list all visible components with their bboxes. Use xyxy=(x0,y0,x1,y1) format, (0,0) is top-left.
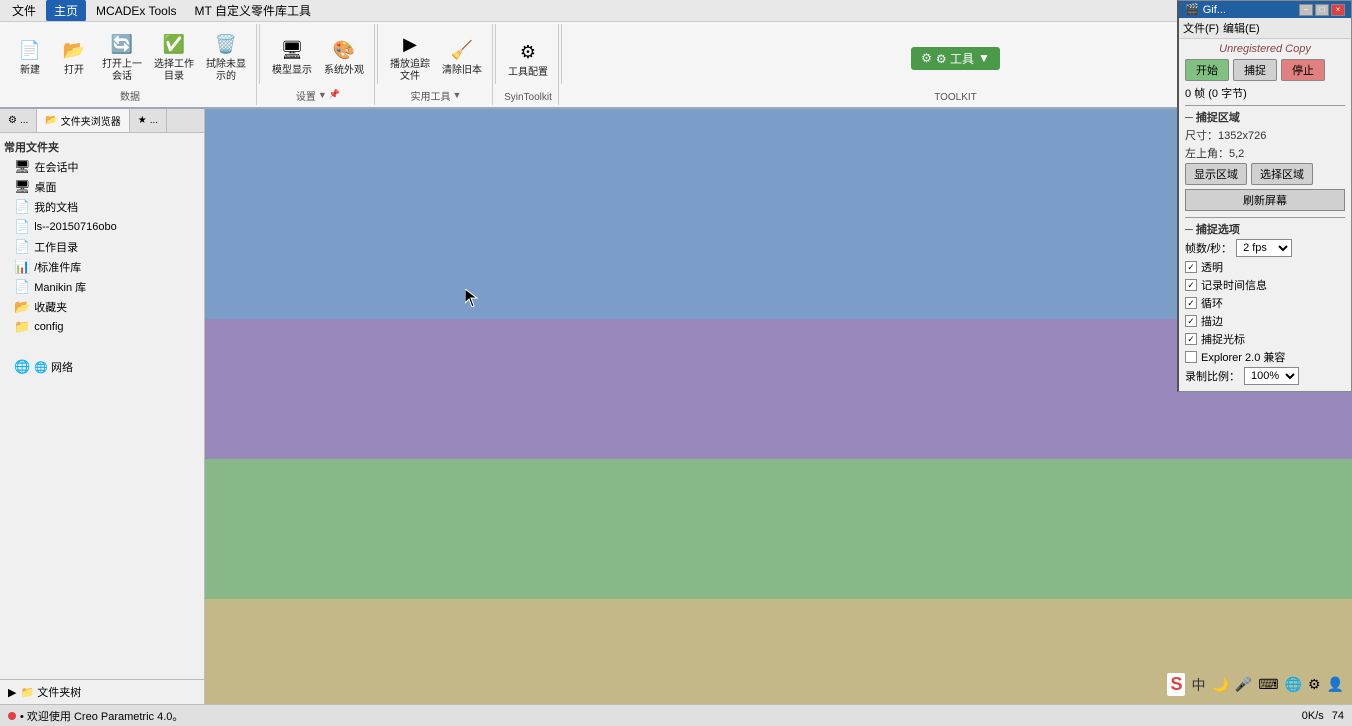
tool-config-button[interactable]: ⚙ 工具配置 xyxy=(504,34,552,82)
gif-file-menu[interactable]: 文件(F) xyxy=(1183,20,1219,36)
gif-maximize-button[interactable]: □ xyxy=(1315,4,1329,16)
taskbar-number: 74 xyxy=(1332,710,1344,722)
desktop-icon: 🖥 xyxy=(14,179,31,195)
panel-tab-icons[interactable]: ⚙ ... xyxy=(0,109,37,132)
tree-item-desktop[interactable]: 🖥 桌面 xyxy=(0,177,204,197)
settings-group-title: 设置 xyxy=(296,86,316,103)
gif-capture-button[interactable]: 捕捉 xyxy=(1233,59,1277,81)
ime-icon[interactable]: 中 xyxy=(1191,675,1205,695)
gif-stop-button[interactable]: 停止 xyxy=(1281,59,1325,81)
open-button[interactable]: 📂 打开 xyxy=(54,32,94,80)
network-speed: 0K/s xyxy=(1302,710,1324,722)
gif-frames-info: 0 帧 (0 字节) xyxy=(1185,85,1247,101)
gif-border-checkbox[interactable] xyxy=(1185,315,1197,327)
gif-close-button[interactable]: × xyxy=(1331,4,1345,16)
sougou-icon[interactable]: S xyxy=(1167,673,1185,696)
gif-start-button[interactable]: 开始 xyxy=(1185,59,1229,81)
gif-loop-label: 循环 xyxy=(1201,295,1223,311)
tree-item-session[interactable]: 🖥 在会话中 xyxy=(0,157,204,177)
gif-display-region-button[interactable]: 显示区域 xyxy=(1185,163,1247,185)
settings2-icon[interactable]: ⚙ xyxy=(1308,676,1321,693)
model-display-button[interactable]: 🖥 模型显示 xyxy=(268,32,316,80)
utilities-group-title: 实用工具 xyxy=(411,86,451,103)
keyboard-icon[interactable]: ⌨ xyxy=(1258,676,1278,693)
canvas-tan: S 中 🌙 🎤 ⌨ 🌐 ⚙ 👤 xyxy=(205,599,1352,704)
manikin-icon: 📄 xyxy=(14,279,30,295)
gif-capture-region-section: ─ 捕捉区域 xyxy=(1185,105,1345,125)
data-group-title: 数据 xyxy=(120,86,140,103)
erase-notdisplayed-button[interactable]: 🗑️ 拭除未显示的 xyxy=(202,26,250,86)
status-dot xyxy=(8,712,16,720)
toolkit-group-title: TOOLKIT xyxy=(934,90,977,103)
tree-item-workdir[interactable]: 📄 工作目录 xyxy=(0,237,204,257)
tree-item-ls[interactable]: 📄 ls--20150716obo xyxy=(0,217,204,237)
tools-dropdown-button[interactable]: ⚙ ⚙ 工具 ▼ xyxy=(911,47,1000,70)
mydocs-icon: 📄 xyxy=(14,199,30,215)
gif-record-time-label: 记录时间信息 xyxy=(1201,277,1267,293)
gif-scale-label: 录制比例： xyxy=(1185,368,1240,384)
new-button[interactable]: 📄 在会话中 新建 xyxy=(10,32,50,80)
mic-icon[interactable]: 🎤 xyxy=(1235,676,1252,693)
clear-old-button[interactable]: 🧹 清除旧本 xyxy=(438,32,486,80)
gif-panel-icon: 🎬 xyxy=(1185,3,1199,16)
settings-pin-icon[interactable]: 📌 xyxy=(329,89,340,100)
tree-item-mydocs[interactable]: 📄 我的文档 xyxy=(0,197,204,217)
gif-record-time-checkbox[interactable] xyxy=(1185,279,1197,291)
panel-tab-star[interactable]: ★ ... xyxy=(130,109,167,132)
tree-item-favorites[interactable]: 📂 收藏夹 xyxy=(0,297,204,317)
config-icon: 📁 xyxy=(14,319,30,335)
system-appearance-button[interactable]: 🎨 系统外观 xyxy=(320,32,368,80)
gif-explorer-label: Explorer 2.0 兼容 xyxy=(1201,349,1285,365)
gif-fps-select[interactable]: 2 fps 5 fps 10 fps xyxy=(1236,239,1292,257)
tree-item-stdlib[interactable]: 📊 /标准件库 xyxy=(0,257,204,277)
network-icon: 🌐 xyxy=(14,359,30,375)
file-menu-item[interactable]: 文件 xyxy=(4,0,44,21)
ls-icon: 📄 xyxy=(14,219,30,235)
gif-explorer-checkbox[interactable] xyxy=(1185,351,1197,363)
gif-fps-label: 帧数/秒： xyxy=(1185,240,1232,256)
gif-panel: 🎬 Gif... − □ × 文件(F) 编辑(E) Unregistered … xyxy=(1177,0,1352,392)
unregistered-label: Unregistered Copy xyxy=(1185,43,1345,55)
user-icon[interactable]: 👤 xyxy=(1327,676,1344,693)
session-icon: 🖥 xyxy=(14,159,31,175)
mcadex-menu-item[interactable]: MCADEx Tools xyxy=(88,2,184,20)
canvas-green xyxy=(205,459,1352,599)
gif-loop-checkbox[interactable] xyxy=(1185,297,1197,309)
gif-capture-cursor-label: 捕捉光标 xyxy=(1201,331,1245,347)
stdlib-icon: 📊 xyxy=(14,259,30,275)
play-trail-button[interactable]: ▶ 播放追踪文件 xyxy=(386,26,434,86)
gif-transparent-checkbox[interactable] xyxy=(1185,261,1197,273)
status-text: • 欢迎使用 Creo Parametric 4.0。 xyxy=(20,708,183,724)
gif-capture-cursor-checkbox[interactable] xyxy=(1185,333,1197,345)
panel-tab-filebrowser[interactable]: 📂 📂 文件夹浏览器 文件夹浏览器 xyxy=(37,109,129,132)
folder-tree-footer[interactable]: ▶ 📁 文件夹树 xyxy=(0,679,204,704)
folder-tree-toggle-icon: ▶ xyxy=(8,686,16,699)
syintoolkit-group-title: SyinToolkit xyxy=(504,90,552,103)
common-folders-section: 常用文件夹 xyxy=(0,137,204,157)
workdir-icon: 📄 xyxy=(14,239,30,255)
gif-scale-select[interactable]: 100% 75% 50% xyxy=(1244,367,1299,385)
network2-icon[interactable]: 🌐 xyxy=(1285,676,1302,693)
tree-item-manikin[interactable]: 📄 Manikin 库 xyxy=(0,277,204,297)
utilities-expand-icon[interactable]: ▼ xyxy=(453,90,462,100)
gif-dimensions: 尺寸：1352x726 xyxy=(1185,127,1266,143)
moon-icon[interactable]: 🌙 xyxy=(1211,676,1228,693)
gif-capture-options-section: ─ 捕捉选项 xyxy=(1185,217,1345,237)
gif-border-label: 描边 xyxy=(1201,313,1223,329)
mt-menu-item[interactable]: MT 自定义零件库工具 xyxy=(187,0,319,21)
gif-edit-menu[interactable]: 编辑(E) xyxy=(1223,20,1260,36)
home-menu-item[interactable]: 主页 xyxy=(46,0,86,21)
gif-minimize-button[interactable]: − xyxy=(1299,4,1313,16)
tree-item-config[interactable]: 📁 config xyxy=(0,317,204,337)
settings-expand-icon[interactable]: ▼ xyxy=(318,90,327,100)
gif-panel-title: Gif... xyxy=(1203,4,1299,16)
gif-refresh-button[interactable]: 刷新屏幕 xyxy=(1185,189,1345,211)
favorites-icon: 📂 xyxy=(14,299,30,315)
select-workdir-button[interactable]: ✅ 选择工作目录 xyxy=(150,26,198,86)
gif-select-region-button[interactable]: 选择区域 xyxy=(1251,163,1313,185)
gif-corner: 左上角：5,2 xyxy=(1185,145,1244,161)
tree-item-network[interactable]: 🌐 🌐 网络 xyxy=(0,357,204,377)
open-prev-button[interactable]: 🔄 打开上一会话 xyxy=(98,26,146,86)
gif-transparent-label: 透明 xyxy=(1201,259,1223,275)
